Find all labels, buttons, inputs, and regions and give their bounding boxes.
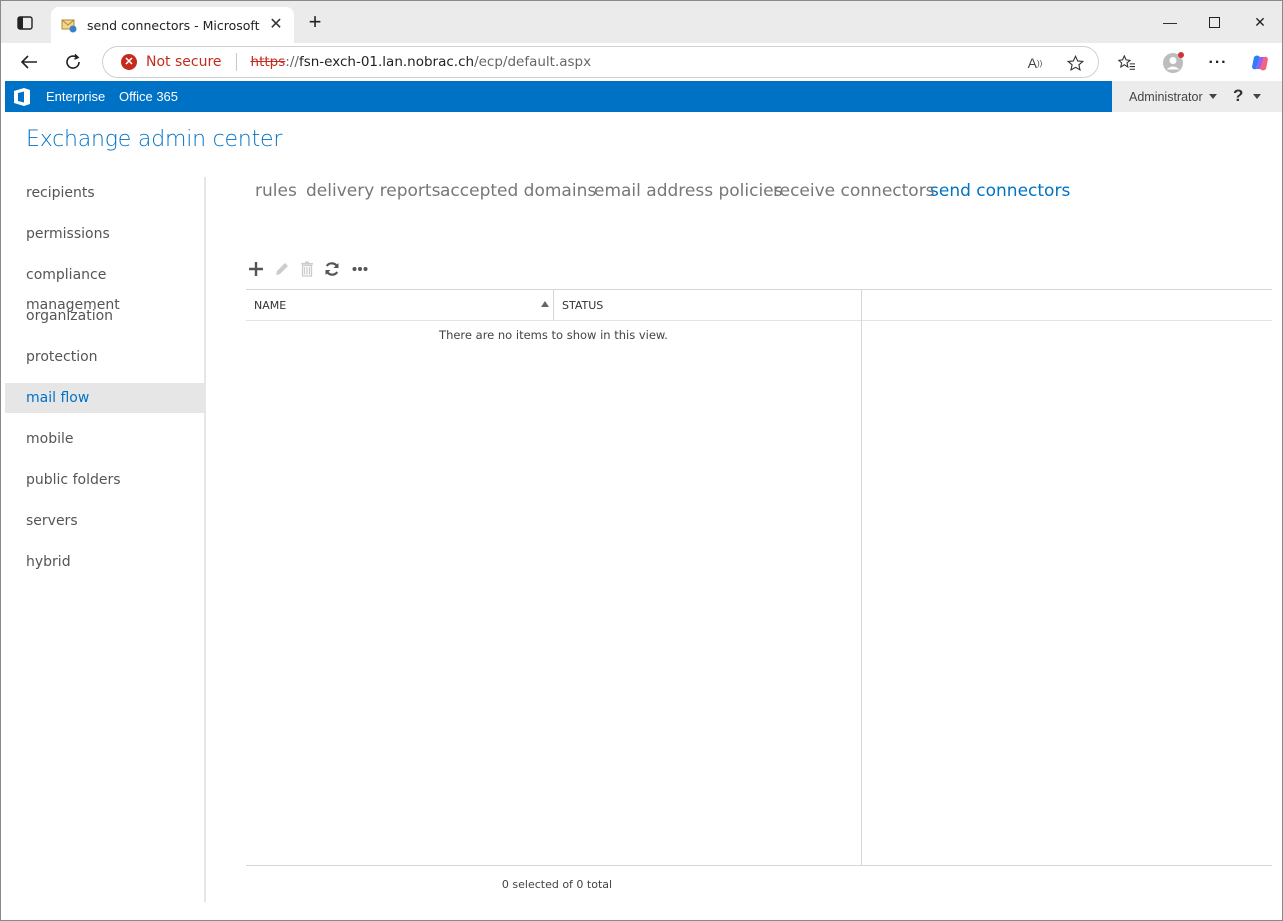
security-indicator[interactable]: ✕ Not secure — [103, 47, 222, 77]
tab-title: send connectors - Microsoft Exch — [87, 17, 264, 33]
top-tab-office365[interactable]: Office 365 — [119, 89, 178, 104]
more-menu-icon[interactable]: ··· — [1206, 52, 1230, 74]
more-icon[interactable] — [351, 260, 369, 278]
minimize-icon[interactable]: — — [1155, 9, 1185, 35]
close-window-icon[interactable]: ✕ — [1245, 9, 1275, 35]
exchange-favicon-icon — [61, 19, 77, 33]
selection-count: 0 selected of 0 total — [501, 878, 613, 891]
nav-item-recipients[interactable]: recipients — [5, 178, 204, 208]
delete-icon[interactable] — [298, 260, 316, 278]
back-icon[interactable] — [15, 50, 43, 74]
subtab-delivery-reports[interactable]: delivery reports — [306, 181, 440, 201]
url-separator: :// — [285, 54, 299, 70]
browser-tab-active[interactable]: send connectors - Microsoft Exch ✕ — [51, 7, 294, 43]
grid-top-border — [246, 289, 1272, 290]
nav-item-organization[interactable]: organization — [5, 301, 204, 331]
user-dropdown-icon[interactable] — [1209, 94, 1217, 99]
profile-avatar-icon[interactable] — [1161, 52, 1185, 74]
user-area: Administrator ? — [1112, 81, 1282, 112]
column-header-name[interactable]: NAME — [254, 299, 286, 312]
nav-item-servers[interactable]: servers — [5, 506, 204, 536]
new-tab-icon[interactable]: + — [303, 11, 327, 35]
subtab-accepted-domains[interactable]: accepted domains — [440, 181, 596, 201]
add-icon[interactable] — [247, 260, 265, 278]
edit-icon[interactable] — [273, 260, 291, 278]
subtab-receive-connectors[interactable]: receive connectors — [773, 181, 935, 201]
subtab-email-address-policies[interactable]: email address policies — [594, 181, 783, 201]
nav-divider — [204, 177, 206, 902]
url-text[interactable]: https://fsn-exch-01.lan.nobrac.ch/ecp/de… — [251, 54, 592, 70]
reload-icon[interactable] — [59, 50, 87, 74]
security-label: Not secure — [146, 54, 222, 70]
user-menu[interactable]: Administrator — [1129, 90, 1203, 104]
grid-bottom-border — [246, 865, 1272, 866]
maximize-icon[interactable] — [1199, 9, 1229, 35]
address-bar[interactable]: ✕ Not secure https://fsn-exch-01.lan.nob… — [102, 46, 1099, 78]
read-aloud-icon[interactable]: A)) — [1025, 54, 1045, 72]
nav-item-mail-flow[interactable]: mail flow — [5, 383, 204, 413]
help-icon[interactable]: ? — [1233, 86, 1243, 106]
details-pane-divider[interactable] — [861, 290, 862, 865]
browser-toolbar: ✕ Not secure https://fsn-exch-01.lan.nob… — [1, 43, 1282, 81]
not-secure-icon: ✕ — [121, 54, 137, 70]
favorite-star-icon[interactable] — [1065, 54, 1085, 72]
nav-item-hybrid[interactable]: hybrid — [5, 547, 204, 577]
nav-item-protection[interactable]: protection — [5, 342, 204, 372]
url-host: fsn-exch-01.lan.nobrac.ch — [298, 54, 475, 70]
nav-item-permissions[interactable]: permissions — [5, 219, 204, 249]
subtab-rules[interactable]: rules — [255, 181, 297, 201]
nav-item-compliance-management[interactable]: compliance management — [5, 260, 204, 313]
nav-item-mobile[interactable]: mobile — [5, 424, 204, 454]
column-separator[interactable] — [553, 290, 554, 320]
subtab-send-connectors[interactable]: send connectors — [930, 181, 1070, 201]
help-dropdown-icon[interactable] — [1253, 94, 1261, 99]
page-title: Exchange admin center — [26, 127, 283, 152]
grid-header-border — [246, 320, 1272, 321]
sort-ascending-icon[interactable] — [541, 301, 549, 307]
copilot-icon[interactable] — [1248, 52, 1272, 74]
eac-top-bar: Enterprise Office 365 — [5, 81, 1112, 112]
url-scheme: https — [250, 54, 286, 70]
tab-strip: send connectors - Microsoft Exch ✕ + — ✕ — [1, 1, 1282, 43]
empty-list-message: There are no items to show in this view. — [439, 328, 668, 342]
favorites-icon[interactable] — [1115, 52, 1139, 74]
column-header-status[interactable]: STATUS — [562, 299, 603, 312]
tab-close-icon[interactable]: ✕ — [268, 17, 284, 33]
top-tab-enterprise[interactable]: Enterprise — [46, 89, 105, 104]
office-logo-icon — [14, 88, 30, 106]
nav-item-public-folders[interactable]: public folders — [5, 465, 204, 495]
tab-actions-icon[interactable] — [13, 11, 37, 35]
browser-window: send connectors - Microsoft Exch ✕ + — ✕… — [0, 0, 1283, 921]
address-divider — [235, 53, 237, 71]
url-path: /ecp/default.aspx — [474, 54, 592, 70]
refresh-icon[interactable] — [323, 260, 341, 278]
